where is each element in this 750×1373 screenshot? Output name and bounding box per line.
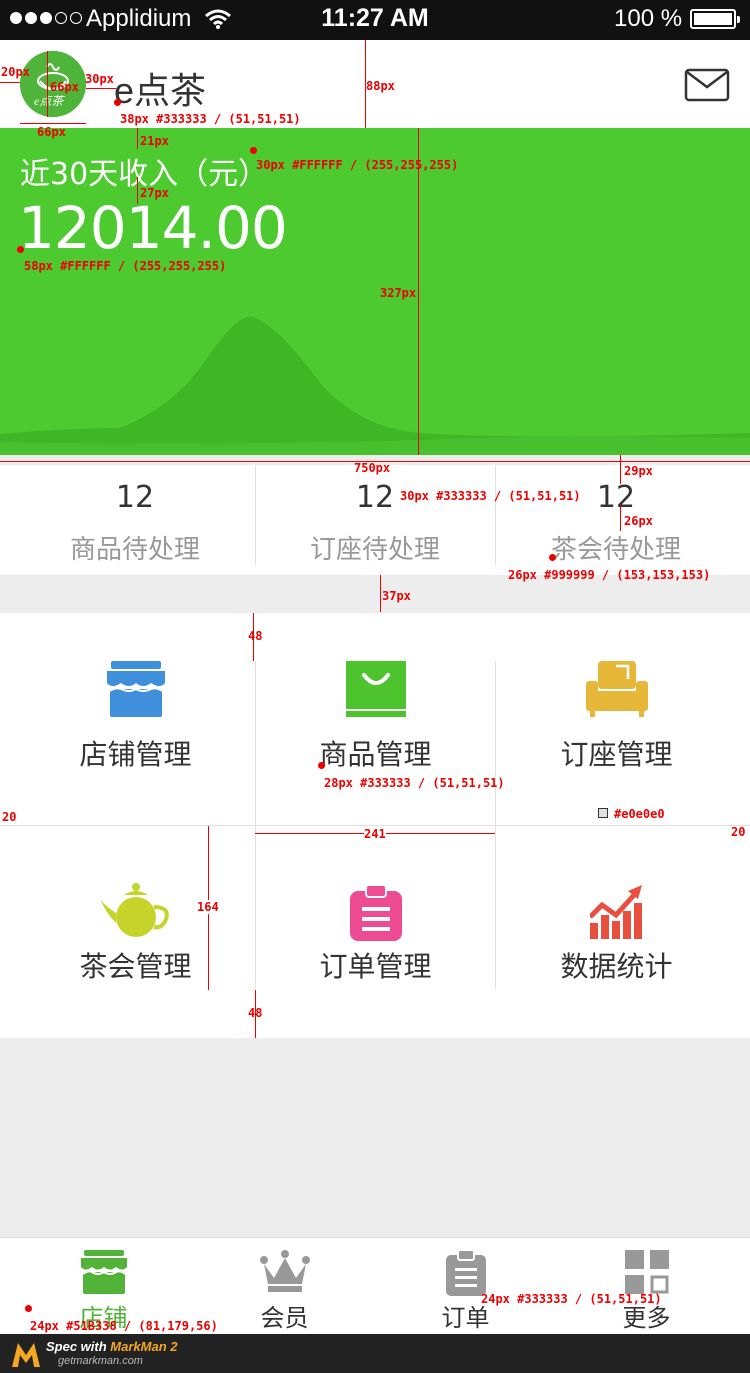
stat-value: 12 xyxy=(115,480,155,515)
stat-label: 茶会待处理 xyxy=(550,535,681,565)
marker-dot xyxy=(114,99,121,106)
menu-label: 订座管理 xyxy=(560,738,673,771)
divider xyxy=(495,661,496,825)
measure-line xyxy=(137,177,138,204)
management-grid: 店铺管理 商品管理 订座管理 茶会管理 订单管理 数据统计 xyxy=(0,613,750,1038)
markman-brand: Spec with MarkMan 2 xyxy=(46,1339,178,1354)
measure-line xyxy=(380,575,381,612)
shopping-bag-icon xyxy=(345,661,406,717)
measure-line xyxy=(137,128,138,149)
menu-label: 订单管理 xyxy=(319,950,432,983)
annotation: 38px #333333 / (51,51,51) xyxy=(120,112,301,126)
battery-percent: 100 % xyxy=(614,5,683,32)
annotation: 37px xyxy=(382,589,411,603)
annotation: 241 xyxy=(364,827,386,841)
tab-label: 会员 xyxy=(260,1304,309,1332)
annotation: 30px #FFFFFF / (255,255,255) xyxy=(256,158,459,172)
menu-label: 商品管理 xyxy=(319,738,432,771)
annotation: 30px #333333 / (51,51,51) xyxy=(400,489,581,503)
annotation: 26px xyxy=(624,514,653,528)
annotation: 20 xyxy=(731,825,746,839)
tab-more[interactable]: 更多 xyxy=(553,1238,740,1335)
menu-goods-management[interactable]: 商品管理 xyxy=(255,613,496,825)
mail-icon[interactable] xyxy=(684,68,730,102)
annotation: 24px #333333 / (51,51,51) xyxy=(481,1292,662,1306)
revenue-banner: 近30天收入（元） 12014.00 xyxy=(0,128,750,455)
color-swatch xyxy=(598,808,608,818)
menu-shop-management[interactable]: 店铺管理 xyxy=(15,613,256,825)
marker-dot xyxy=(318,762,325,769)
annotation: 29px xyxy=(624,464,653,478)
markman-url: getmarkman.com xyxy=(58,1355,143,1367)
divider xyxy=(495,825,496,989)
menu-seat-management[interactable]: 订座管理 xyxy=(496,613,737,825)
stat-label: 订座待处理 xyxy=(309,535,440,565)
marker-dot xyxy=(250,147,257,154)
teapot-icon xyxy=(99,883,169,937)
status-bar: Applidium 11:27 AM 100 % xyxy=(0,0,750,40)
tab-members[interactable]: 会员 xyxy=(191,1238,378,1335)
app-title: e点茶 xyxy=(114,70,207,111)
measure-line xyxy=(418,128,419,455)
annotation: 750px xyxy=(354,461,391,475)
annotation: #e0e0e0 xyxy=(614,807,665,821)
annotation: 30px xyxy=(85,72,114,86)
annotation: 28px #333333 / (51,51,51) xyxy=(324,776,505,790)
clipboard-icon xyxy=(349,885,402,941)
annotation: 20px xyxy=(1,65,30,79)
measure-line xyxy=(620,505,621,531)
chart-icon xyxy=(589,885,642,939)
divider xyxy=(255,661,256,825)
measure-line xyxy=(86,88,116,89)
stat-seat-pending[interactable]: 12 订座待处理 xyxy=(250,465,500,575)
annotation: 26px #999999 / (153,153,153) xyxy=(508,568,711,582)
sofa-icon xyxy=(585,661,648,717)
grid-icon xyxy=(624,1250,669,1294)
stat-label: 商品待处理 xyxy=(69,535,200,565)
annotation: 58px #FFFFFF / (255,255,255) xyxy=(24,259,227,273)
menu-label: 店铺管理 xyxy=(79,738,192,771)
shop-icon xyxy=(106,661,165,717)
markman-logo-icon xyxy=(12,1343,40,1367)
annotation: 66px xyxy=(37,125,66,139)
annotation: 21px xyxy=(140,134,169,148)
annotation: 164 xyxy=(197,900,219,914)
measure-line xyxy=(47,51,48,117)
menu-teaparty-management[interactable]: 茶会管理 xyxy=(15,825,256,1037)
menu-order-management[interactable]: 订单管理 xyxy=(255,825,496,1037)
stat-teaparty-pending[interactable]: 12 茶会待处理 xyxy=(491,465,741,575)
annotation: 24px #51B338 / (81,179,56) xyxy=(30,1319,218,1333)
menu-data-statistics[interactable]: 数据统计 xyxy=(496,825,737,1037)
annotation: 66px xyxy=(50,80,79,94)
tab-orders[interactable]: 订单 xyxy=(372,1238,559,1335)
clipboard-icon xyxy=(445,1250,486,1296)
annotation: 327px xyxy=(380,286,417,300)
divider xyxy=(255,825,256,989)
annotation: 20 xyxy=(2,810,17,824)
menu-label: 数据统计 xyxy=(560,950,673,983)
marker-dot xyxy=(25,1305,32,1312)
measure-line xyxy=(620,455,621,484)
annotation: 27px xyxy=(140,186,169,200)
measure-line xyxy=(0,82,20,83)
annotation: 48 xyxy=(248,629,263,643)
markman-footer: Spec with MarkMan 2 getmarkman.com xyxy=(0,1334,750,1373)
annotation: 88px xyxy=(366,79,395,93)
marker-dot xyxy=(549,554,556,561)
revenue-amount: 12014.00 xyxy=(18,194,288,262)
logo-text: e点茶 xyxy=(34,94,65,108)
annotation: 48 xyxy=(248,1006,263,1020)
menu-label: 茶会管理 xyxy=(79,950,192,983)
measure-line xyxy=(20,123,86,124)
crown-icon xyxy=(259,1250,310,1292)
battery-icon xyxy=(690,9,740,29)
shop-icon xyxy=(80,1250,127,1294)
stat-goods-pending[interactable]: 12 商品待处理 xyxy=(10,465,260,575)
marker-dot xyxy=(17,246,24,253)
